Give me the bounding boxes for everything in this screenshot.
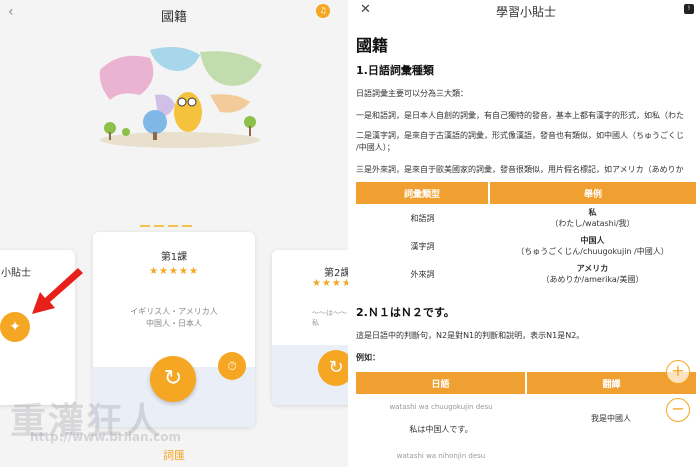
top-bar: ‹ 國籍 ♫ (0, 0, 348, 30)
star-rating: ★★★★ (312, 278, 348, 289)
example-label: 例如： (356, 353, 380, 362)
vocabulary-type-table: 詞彙類型 舉例 和語詞 私（わたし/watashi/我） 漢字詞 中国人 （ちゅう… (356, 182, 696, 288)
sound-icon[interactable]: ♫ (316, 4, 330, 18)
star-rating: ★★★★★ (149, 266, 199, 277)
paragraph: 日語詞彙主要可以分為三大類： (356, 89, 468, 98)
table-header: 詞彙類型 (356, 182, 490, 204)
table-header: 日語 (356, 372, 527, 394)
section-heading-2: 2.Ｎ１はＮ２です。 (356, 306, 455, 319)
table-header: 舉例 (489, 182, 696, 204)
red-arrow-annotation (32, 268, 83, 314)
table-row: 漢字詞 中国人 （ちゅうごくじん/chuugokujin /中國人） (410, 236, 669, 256)
paragraph: 一是和語詞，是日本人自創的詞彙，有自己獨特的發音，基本上都有漢字的形式，如私（わ… (356, 111, 684, 120)
tips-panel: ✕ 學習小貼士 ! 國籍 1.日語詞彙種類 日語詞彙主要可以分為三大類： 一是和… (352, 0, 700, 467)
table-row: 外來詞 アメリカ （あめりか/amerika/美國） (410, 264, 644, 284)
paragraph: 這是日語中的判斷句，N2是對N1的判斷和說明，表示N1是N2。 (356, 331, 585, 340)
example-table: 日語 翻譯 watashi wa chuugokujin desu 私は中国人です… (356, 372, 696, 467)
feedback-icon[interactable]: ! (684, 4, 694, 14)
card-title: 第1課 (160, 252, 188, 263)
card-title: 第2課 (324, 268, 348, 279)
paragraph: 三是外來詞，是來自于歐美國家的詞彙，發音很類似，用片假名標記，如アメリカ（あめり… (356, 165, 684, 174)
zoom-out-button[interactable]: − (666, 398, 690, 422)
page-indicator (140, 215, 210, 227)
replay-button-next[interactable]: ↻ (318, 350, 348, 386)
page-title: 國籍 (160, 10, 187, 25)
watermark-url: http://www.briian.com (30, 430, 182, 444)
section-heading-1: 1.日語詞彙種類 (356, 64, 434, 77)
world-map-illustration (99, 46, 262, 148)
paragraph: 二是漢字詞，是來自于古漢語的詞彙，形式像漢語，發音也有類似，如中國人（ちゅうごく… (356, 131, 684, 140)
card-subtitle: 〜〜は〜〜 私 (312, 309, 347, 327)
card-subtitle: イギリス人・アメリカ人 中国人・日本人 (130, 307, 218, 328)
table-row: watashi wa nihonjin desu (396, 452, 486, 460)
tips-top-bar: ✕ 學習小貼士 ! (352, 0, 700, 22)
timer-button[interactable]: ⏱ (218, 352, 246, 380)
paragraph: /中國人）； (356, 143, 395, 152)
bottom-tab-vocabulary[interactable]: 詞匯 (0, 447, 348, 463)
table-row: watashi wa chuugokujin desu 私は中国人です。 我是中國… (389, 403, 631, 434)
tips-title: 學習小貼士 (495, 5, 556, 19)
zoom-in-button[interactable]: + (666, 360, 690, 384)
table-row: 和語詞 私（わたし/watashi/我） (410, 208, 635, 228)
tips-wand-button[interactable]: ✦ (0, 312, 30, 342)
content-heading: 國籍 (356, 36, 389, 55)
lesson-list-panel: ‹ 國籍 ♫ 學習小貼士 第1課 ★★★★★ イギリス人・アメリカ人 中国人・日… (0, 0, 348, 467)
